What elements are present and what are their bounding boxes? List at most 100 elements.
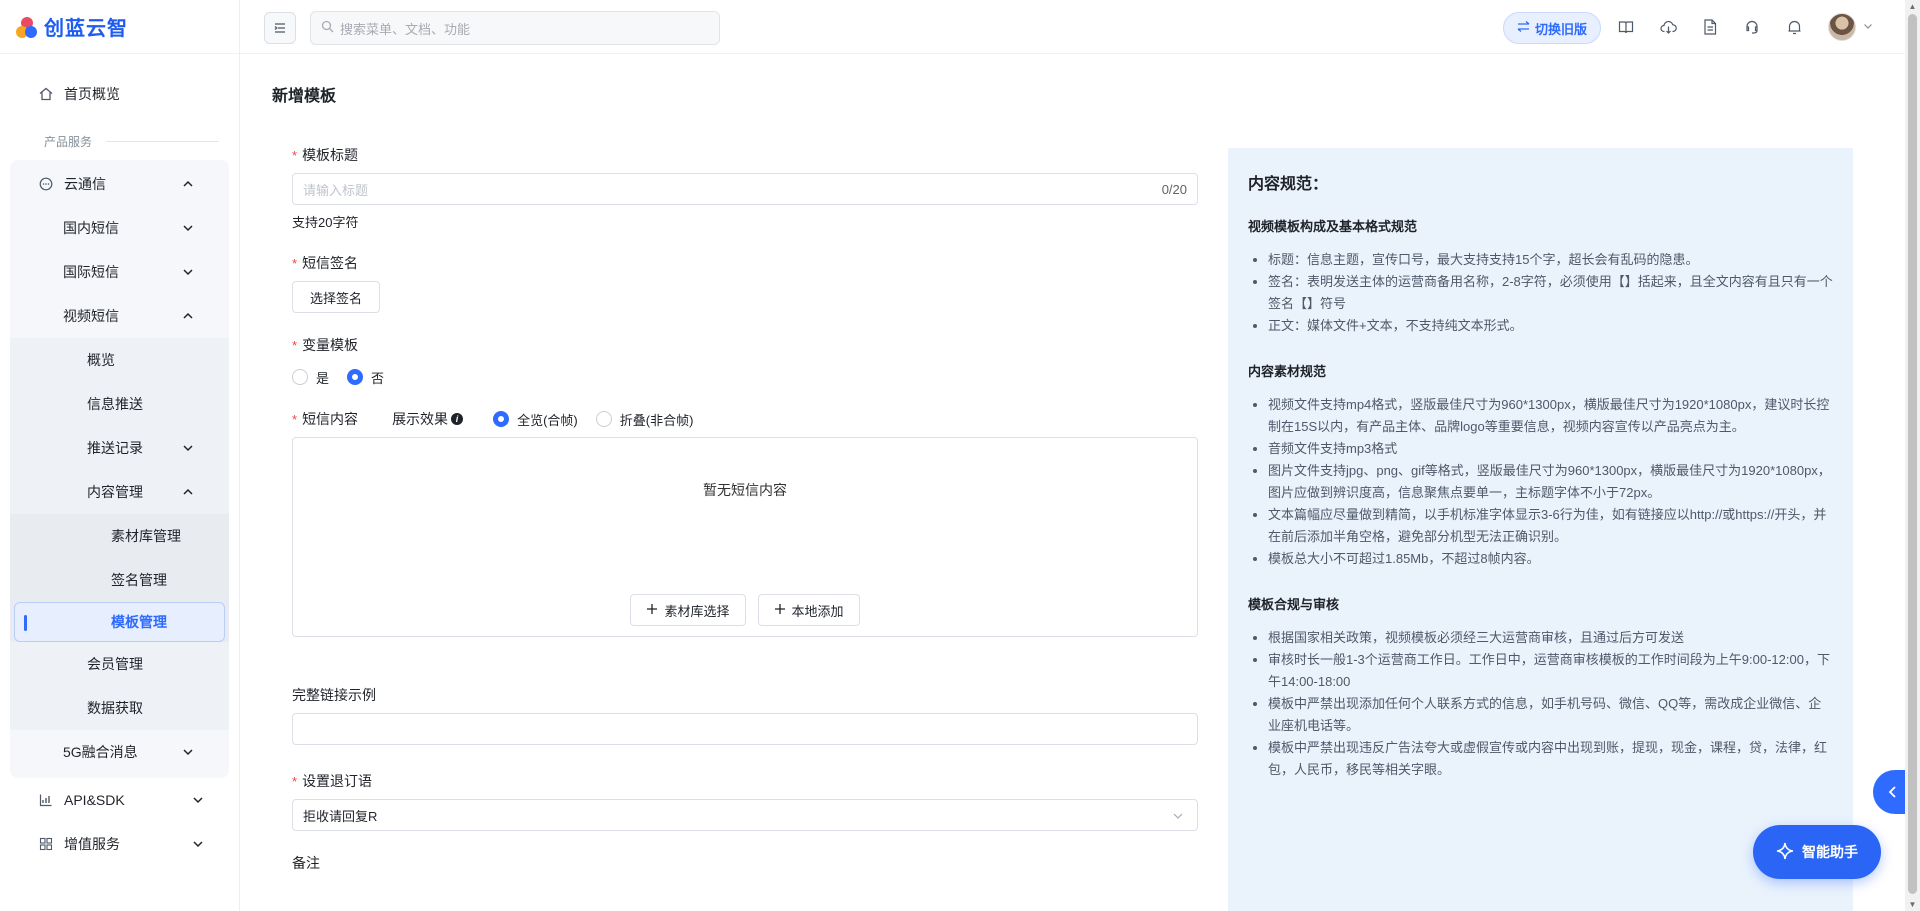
chart-icon [38,792,54,808]
unsubscribe-value: 拒收请回复R [303,808,378,824]
chevron-down-icon [183,749,193,756]
guideline-item: 模板中严禁出现违反广告法夸大或虚假宣传或内容中出现到账，提现，现金，课程，贷，法… [1268,737,1833,781]
sidebar-item-label: 国内短信 [63,220,119,236]
sidebar-nav: 首页概览 产品服务 云通信 国内短信 国际短信 视频短信 概览 信息推送 推送记… [0,54,239,866]
sidebar-item-5g-msg[interactable]: 5G融合消息 [10,730,229,774]
assistant-label: 智能助手 [1802,844,1858,860]
sms-content-box: 暂无短信内容 素材库选择 本地添加 [292,437,1198,637]
chevron-down-icon [193,841,203,848]
guidelines-list: 标题：信息主题，宣传口号，最大支持支持15个字，超长会有乱码的隐患。 签名：表明… [1248,249,1833,337]
sidebar-item-label: 增值服务 [64,836,120,852]
chevron-up-icon [183,488,193,495]
radio-label: 折叠(非合帧) [619,412,694,428]
title-hint: 支持20字符 [292,215,359,230]
required-mark: * [292,773,298,789]
sidebar-item-home[interactable]: 首页概览 [0,72,239,116]
display-fold-radio[interactable]: 折叠(非合帧) [595,410,694,429]
required-mark: * [292,147,298,163]
menu-toggle-button[interactable] [264,12,296,44]
book-icon[interactable] [1616,17,1636,37]
chevron-up-icon [183,312,193,319]
main-content: 新增模板 * 模板标题 请输入标题 0/20 支持20字符 * 短信签名 选择签… [240,55,1905,911]
scroll-up-icon[interactable]: ▲ [1908,2,1917,11]
cloud-msg-group: 云通信 国内短信 国际短信 视频短信 概览 信息推送 推送记录 内容管理 素材库… [10,160,229,778]
signature-field-label: * 短信签名 [292,253,1198,273]
guideline-item: 文本篇幅应尽量做到精简，以手机标准字体显示3-6行为佳，如有链接应以http:/… [1268,504,1833,548]
display-effect-label: 展示效果 i [392,409,464,429]
apps-icon [38,836,54,852]
variable-yes-radio[interactable]: 是 [292,368,329,387]
guideline-item: 签名：表明发送主体的运营商备用名称，2-8字符，必须使用【】括起来，且全文内容有… [1268,271,1833,315]
sidebar-item-domestic-sms[interactable]: 国内短信 [10,206,229,250]
guideline-item: 根据国家相关政策，视频模板必须经三大运营商审核，且通过后方可发送 [1268,627,1833,649]
content-guidelines-panel: 内容规范： 视频模板构成及基本格式规范 标题：信息主题，宣传口号，最大支持支持1… [1228,148,1853,911]
sidebar-item-data-fetch[interactable]: 数据获取 [10,686,229,730]
sidebar-item-content-mgmt[interactable]: 内容管理 [10,470,229,514]
sidebar-item-material-lib[interactable]: 素材库管理 [10,514,229,558]
sidebar-bottom-group: API&SDK 增值服务 [0,778,239,866]
content-field-label: * 短信内容 [292,409,358,429]
sidebar-item-info-push[interactable]: 信息推送 [10,382,229,426]
chevron-down-icon[interactable] [1862,20,1874,32]
page-scrollbar[interactable]: ▲ ▼ [1905,0,1920,911]
switch-old-version-label: 切换旧版 [1534,21,1587,37]
guideline-item: 标题：信息主题，宣传口号，最大支持支持15个字，超长会有乱码的隐患。 [1268,249,1833,271]
label-text: 短信签名 [302,255,359,271]
sidebar-item-label: 视频短信 [63,308,119,324]
sidebar-item-value-added[interactable]: 增值服务 [0,822,239,866]
bell-icon[interactable] [1784,17,1804,37]
info-icon[interactable]: i [451,413,464,425]
search-icon [321,20,334,36]
scrollbar-thumb[interactable] [1908,14,1917,894]
scroll-down-icon[interactable]: ▼ [1908,900,1917,909]
sidebar-item-member-mgmt[interactable]: 会员管理 [10,642,229,686]
sidebar-item-push-records[interactable]: 推送记录 [10,426,229,470]
sidebar-item-label: 数据获取 [87,700,143,716]
label-text: 展示效果 [392,411,449,427]
sidebar-item-label: 内容管理 [87,484,143,500]
ai-assistant-button[interactable]: 智能助手 [1753,825,1881,879]
guideline-item: 审核时长一般1-3个运营商工作日。工作日中，运营商审核模板的工作时间段为上午9:… [1268,649,1833,693]
button-label: 素材库选择 [664,603,730,619]
group-title-products: 产品服务 [0,124,239,158]
guidelines-section-heading: 模板合规与审核 [1248,597,1340,612]
sidebar-item-label: 5G融合消息 [63,744,138,760]
sidebar-item-label: 素材库管理 [111,528,181,544]
chevron-up-icon [183,180,193,187]
sidebar-item-overview[interactable]: 概览 [10,338,229,382]
title-field-label: * 模板标题 [292,145,1198,165]
material-select-button[interactable]: 素材库选择 [630,594,746,626]
plus-icon [774,603,786,618]
document-icon[interactable] [1700,17,1720,37]
sidebar-item-signature-mgmt[interactable]: 签名管理 [10,558,229,602]
radio-dot [292,369,308,385]
local-add-button[interactable]: 本地添加 [757,594,860,626]
chevron-left-icon [1888,786,1896,798]
unsubscribe-select[interactable]: 拒收请回复R [292,799,1198,831]
sidebar-item-intl-sms[interactable]: 国际短信 [10,250,229,294]
guideline-item: 模板总大小不可超过1.85Mb，不超过8帧内容。 [1268,548,1833,570]
brand-logo[interactable]: 创蓝云智 [0,0,239,54]
display-full-radio[interactable]: 全览(合帧) [493,410,578,429]
customer-service-icon[interactable] [1742,17,1762,37]
select-signature-button[interactable]: 选择签名 [292,281,380,313]
sidebar-item-api-sdk[interactable]: API&SDK [0,778,239,822]
sidebar-item-video-sms[interactable]: 视频短信 [10,294,229,338]
label-text: 设置退订语 [302,773,373,789]
full-link-input[interactable] [292,713,1198,745]
label-text: 变量模板 [302,337,359,353]
sidebar: 创蓝云智 首页概览 产品服务 云通信 国内短信 国际短信 视频短信 概览 信息推… [0,0,240,911]
search-input[interactable]: 搜索菜单、文档、功能 [310,11,720,45]
switch-old-version-button[interactable]: 切换旧版 [1503,12,1601,44]
cloud-download-icon[interactable] [1658,17,1678,37]
user-avatar[interactable] [1828,13,1856,41]
variable-no-radio[interactable]: 否 [347,368,384,387]
sidebar-item-template-mgmt[interactable]: 模板管理 [14,602,225,642]
guideline-item: 正文：媒体文件+文本，不支持纯文本形式。 [1268,315,1833,337]
sidebar-item-label: 模板管理 [111,614,167,630]
sidebar-item-cloud-msg[interactable]: 云通信 [10,162,229,206]
variable-radio-group: 是 否 [292,367,1198,387]
variable-field-label: * 变量模板 [292,335,1198,355]
radio-dot-selected [347,369,364,385]
title-input[interactable]: 请输入标题 0/20 [292,173,1198,205]
